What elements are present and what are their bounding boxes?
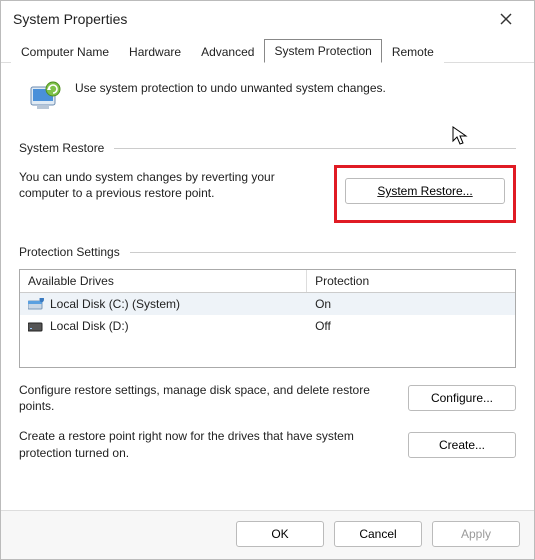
drives-header: Available Drives Protection <box>20 270 515 293</box>
tab-computer-name[interactable]: Computer Name <box>11 40 119 63</box>
close-button[interactable] <box>488 5 524 33</box>
drive-shield-icon <box>28 298 44 310</box>
create-row: Create a restore point right now for the… <box>19 428 516 460</box>
system-properties-window: System Properties Computer Name Hardware… <box>0 0 535 560</box>
close-icon <box>500 13 512 25</box>
system-restore-description: You can undo system changes by reverting… <box>19 165 316 201</box>
drive-icon <box>28 320 44 332</box>
drives-table: Available Drives Protection Local Disk (… <box>19 269 516 368</box>
col-header-protection[interactable]: Protection <box>307 270 515 292</box>
section-label: Protection Settings <box>19 245 120 259</box>
protection-settings-heading: Protection Settings <box>19 245 516 259</box>
col-header-drives[interactable]: Available Drives <box>20 270 307 292</box>
drive-protection: Off <box>307 317 515 335</box>
drive-name: Local Disk (D:) <box>50 319 129 333</box>
section-label: System Restore <box>19 141 104 155</box>
tab-remote[interactable]: Remote <box>382 40 444 63</box>
highlight-annotation: System Restore... <box>334 165 516 223</box>
ok-button[interactable]: OK <box>236 521 324 547</box>
system-restore-button[interactable]: System Restore... <box>345 178 505 204</box>
system-restore-row: You can undo system changes by reverting… <box>19 165 516 223</box>
system-restore-heading: System Restore <box>19 141 516 155</box>
button-label: System Restore... <box>377 184 472 198</box>
divider <box>130 252 516 253</box>
configure-description: Configure restore settings, manage disk … <box>19 382 392 414</box>
window-title: System Properties <box>13 11 127 27</box>
tab-advanced[interactable]: Advanced <box>191 40 264 63</box>
configure-button[interactable]: Configure... <box>408 385 516 411</box>
configure-row: Configure restore settings, manage disk … <box>19 382 516 414</box>
drive-row[interactable]: Local Disk (D:) Off <box>20 315 515 337</box>
drive-protection: On <box>307 295 515 313</box>
cancel-button[interactable]: Cancel <box>334 521 422 547</box>
create-button[interactable]: Create... <box>408 432 516 458</box>
drive-row[interactable]: Local Disk (C:) (System) On <box>20 293 515 315</box>
divider <box>114 148 516 149</box>
table-empty-space <box>20 337 515 367</box>
apply-button[interactable]: Apply <box>432 521 520 547</box>
titlebar: System Properties <box>1 1 534 37</box>
intro-text: Use system protection to undo unwanted s… <box>75 79 386 95</box>
dialog-footer: OK Cancel Apply <box>1 510 534 559</box>
tab-strip: Computer Name Hardware Advanced System P… <box>1 37 534 63</box>
tab-system-protection[interactable]: System Protection <box>264 39 381 63</box>
system-protection-icon <box>27 79 63 115</box>
tab-hardware[interactable]: Hardware <box>119 40 191 63</box>
create-description: Create a restore point right now for the… <box>19 428 392 460</box>
drive-name: Local Disk (C:) (System) <box>50 297 180 311</box>
drives-body: Local Disk (C:) (System) On Local Disk (… <box>20 293 515 367</box>
tab-content: Use system protection to undo unwanted s… <box>1 63 534 510</box>
intro-row: Use system protection to undo unwanted s… <box>19 73 516 133</box>
